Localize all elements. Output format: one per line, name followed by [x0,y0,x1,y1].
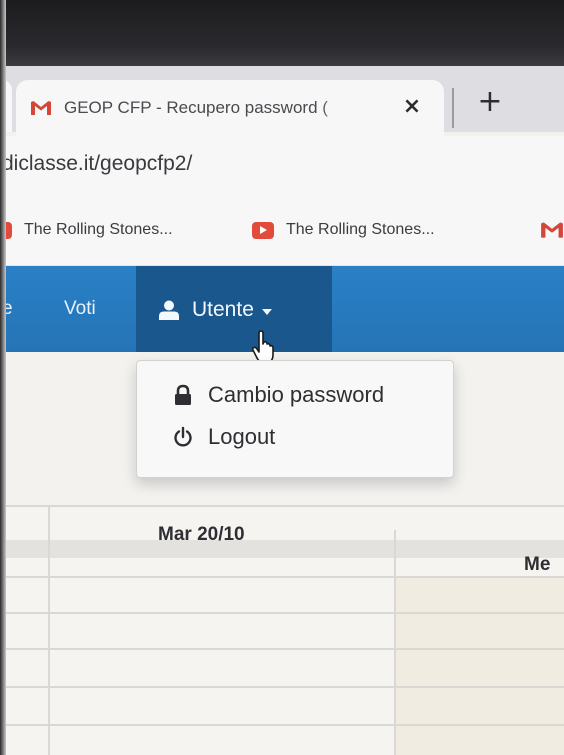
nav-user-label: Utente [192,298,254,321]
user-icon [158,299,180,321]
table-grid-line [6,686,564,688]
tab-title: GEOP CFP - Recupero password ( [64,98,328,117]
bookmark-rolling-stones-1[interactable]: The Rolling Stones... [0,216,173,244]
table-grid-line [394,530,396,755]
menu-item-cambio-password[interactable]: Cambio password [172,380,384,410]
screen: GEOP CFP - Recupero password ( × + dicla… [0,0,564,755]
bookmark-label: The Rolling Stones... [286,221,435,238]
bookmark-rolling-stones-2[interactable]: The Rolling Stones... [252,216,435,244]
new-tab-button[interactable]: + [472,82,508,122]
table-grid-line [6,576,564,578]
table-header-band [6,540,564,558]
user-dropdown-menu [136,360,454,478]
menu-item-label: Logout [208,424,276,449]
active-tab[interactable]: GEOP CFP - Recupero password ( × [16,80,444,136]
nav-item-voti[interactable]: Voti [64,298,96,320]
monitor-bezel [0,0,564,66]
nav-item-utente[interactable]: Utente [158,296,272,324]
table-grid-line [6,724,564,726]
chevron-down-icon [261,308,272,315]
lock-icon [172,384,194,406]
bookmark-label: The Rolling Stones... [24,221,173,238]
column-header: Mar 20/10 [158,524,245,545]
menu-item-logout[interactable]: Logout [172,422,275,452]
tab-separator [452,88,454,128]
gmail-icon[interactable] [540,221,564,239]
table-grid-line [6,648,564,650]
url-text[interactable]: diclasse.it/geopcfp2/ [2,152,192,176]
monitor-bezel-left [0,0,6,755]
tab-close-icon[interactable]: × [400,94,424,120]
gmail-icon [30,100,52,116]
table-grid-line [6,612,564,614]
column-header: Me [524,554,551,575]
table-grid-line [48,505,50,755]
youtube-icon [252,221,274,239]
highlighted-column [396,578,564,755]
table-grid-line [6,505,564,507]
menu-item-label: Cambio password [208,382,385,407]
power-icon [172,426,194,448]
